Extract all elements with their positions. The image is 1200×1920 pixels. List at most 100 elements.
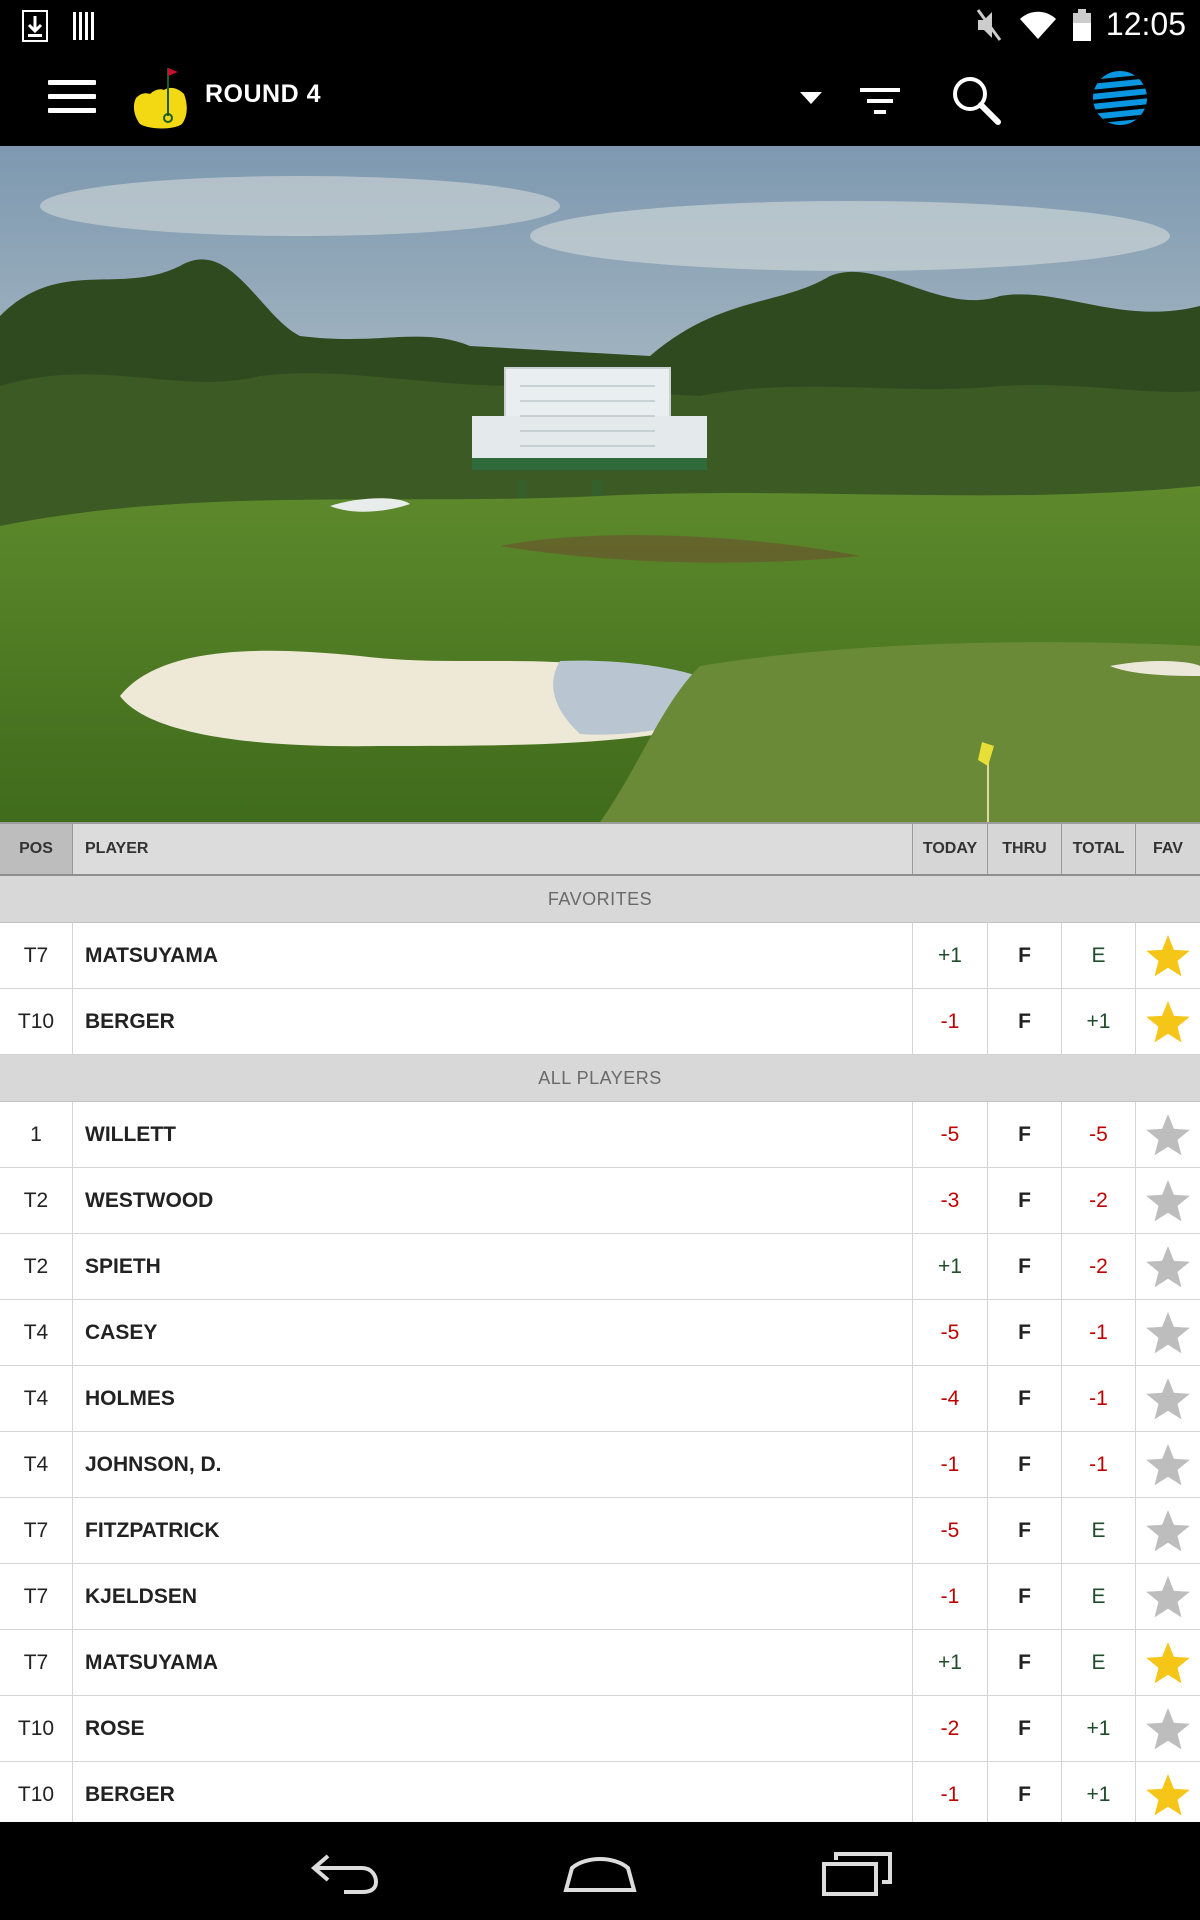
player-thru: F (988, 1432, 1062, 1497)
player-today-score: -1 (913, 1564, 988, 1629)
player-row[interactable]: 1 WILLETT -5 F -5 (0, 1102, 1200, 1168)
header-today[interactable]: TODAY (913, 824, 988, 874)
player-total-score: E (1062, 1564, 1136, 1629)
favorite-star-outline-icon[interactable] (1144, 1375, 1192, 1423)
player-position: T4 (0, 1300, 73, 1365)
player-today-score: -2 (913, 1696, 988, 1761)
player-row[interactable]: T4 JOHNSON, D. -1 F -1 (0, 1432, 1200, 1498)
favorite-toggle[interactable] (1136, 1102, 1200, 1167)
header-thru[interactable]: THRU (988, 824, 1062, 874)
player-row[interactable]: T7 MATSUYAMA +1 F E (0, 923, 1200, 989)
favorite-star-outline-icon[interactable] (1144, 1573, 1192, 1621)
player-thru: F (988, 1366, 1062, 1431)
favorite-toggle[interactable] (1136, 1432, 1200, 1497)
player-name: BERGER (73, 989, 913, 1054)
all-players-section-label: ALL PLAYERS (0, 1055, 1200, 1102)
favorite-toggle[interactable] (1136, 1366, 1200, 1431)
favorite-star-outline-icon[interactable] (1144, 1705, 1192, 1753)
recent-apps-icon[interactable] (818, 1842, 898, 1902)
att-globe-icon[interactable] (1090, 68, 1150, 128)
player-today-score: +1 (913, 923, 988, 988)
favorite-toggle[interactable] (1136, 1300, 1200, 1365)
player-position: T7 (0, 1564, 73, 1629)
favorite-toggle[interactable] (1136, 1498, 1200, 1563)
player-row[interactable]: T10 ROSE -2 F +1 (0, 1696, 1200, 1762)
favorite-star-outline-icon[interactable] (1144, 1243, 1192, 1291)
player-thru: F (988, 1102, 1062, 1167)
player-name: SPIETH (73, 1234, 913, 1299)
player-row[interactable]: T4 CASEY -5 F -1 (0, 1300, 1200, 1366)
player-position: 1 (0, 1102, 73, 1167)
golf-course-hero-image (0, 146, 1200, 822)
player-total-score: E (1062, 923, 1136, 988)
player-row[interactable]: T10 BERGER -1 F +1 (0, 1762, 1200, 1822)
player-name: BERGER (73, 1762, 913, 1822)
download-notification-icon (22, 10, 48, 42)
player-today-score: -5 (913, 1300, 988, 1365)
favorite-star-outline-icon[interactable] (1144, 1507, 1192, 1555)
player-total-score: E (1062, 1498, 1136, 1563)
menu-icon[interactable] (48, 80, 96, 116)
player-thru: F (988, 1696, 1062, 1761)
favorite-toggle[interactable] (1136, 1630, 1200, 1695)
round-dropdown-icon[interactable] (800, 92, 822, 104)
battery-icon (1072, 8, 1091, 41)
favorite-star-outline-icon[interactable] (1144, 1309, 1192, 1357)
home-icon[interactable] (560, 1842, 640, 1902)
favorite-toggle[interactable] (1136, 989, 1200, 1054)
leaderboard-header: POS PLAYER TODAY THRU TOTAL FAV (0, 822, 1200, 876)
player-thru: F (988, 1564, 1062, 1629)
player-total-score: E (1062, 1630, 1136, 1695)
player-row[interactable]: T10 BERGER -1 F +1 (0, 989, 1200, 1055)
favorite-toggle[interactable] (1136, 1564, 1200, 1629)
player-today-score: +1 (913, 1234, 988, 1299)
player-name: FITZPATRICK (73, 1498, 913, 1563)
header-player[interactable]: PLAYER (73, 824, 913, 874)
masters-logo (133, 68, 187, 129)
player-today-score: -1 (913, 1762, 988, 1822)
header-total[interactable]: TOTAL (1062, 824, 1136, 874)
header-fav[interactable]: FAV (1136, 824, 1200, 874)
favorite-star-outline-icon[interactable] (1144, 1441, 1192, 1489)
player-row[interactable]: T7 KJELDSEN -1 F E (0, 1564, 1200, 1630)
player-row[interactable]: T2 SPIETH +1 F -2 (0, 1234, 1200, 1300)
favorite-star-outline-icon[interactable] (1144, 1111, 1192, 1159)
wifi-icon (1019, 11, 1056, 39)
favorite-star-filled-icon[interactable] (1144, 932, 1192, 980)
player-position: T7 (0, 923, 73, 988)
player-name: MATSUYAMA (73, 923, 913, 988)
player-total-score: -1 (1062, 1300, 1136, 1365)
favorite-toggle[interactable] (1136, 1696, 1200, 1761)
player-thru: F (988, 1498, 1062, 1563)
player-position: T10 (0, 989, 73, 1054)
all-players-list: 1 WILLETT -5 F -5 T2 WESTWOOD -3 F -2 T2 SPIETH +1 F -… (0, 1102, 1200, 1822)
favorite-star-filled-icon[interactable] (1144, 1771, 1192, 1819)
player-row[interactable]: T2 WESTWOOD -3 F -2 (0, 1168, 1200, 1234)
search-icon[interactable] (950, 74, 1002, 126)
back-icon[interactable] (304, 1842, 384, 1902)
player-thru: F (988, 1168, 1062, 1233)
leaderboard-table: POS PLAYER TODAY THRU TOTAL FAV FAVORITE… (0, 822, 1200, 1822)
player-row[interactable]: T4 HOLMES -4 F -1 (0, 1366, 1200, 1432)
favorite-toggle[interactable] (1136, 1168, 1200, 1233)
favorite-star-outline-icon[interactable] (1144, 1177, 1192, 1225)
filter-icon[interactable] (858, 84, 902, 118)
favorite-toggle[interactable] (1136, 1762, 1200, 1822)
player-row[interactable]: T7 MATSUYAMA +1 F E (0, 1630, 1200, 1696)
round-title[interactable]: ROUND 4 (205, 80, 321, 109)
player-row[interactable]: T7 FITZPATRICK -5 F E (0, 1498, 1200, 1564)
header-pos[interactable]: POS (0, 824, 73, 874)
player-today-score: -1 (913, 989, 988, 1054)
mute-icon (976, 8, 1002, 41)
player-position: T7 (0, 1630, 73, 1695)
favorite-star-filled-icon[interactable] (1144, 1639, 1192, 1687)
player-position: T4 (0, 1432, 73, 1497)
player-today-score: -5 (913, 1498, 988, 1563)
status-bar: 12:05 (0, 0, 1200, 50)
player-today-score: +1 (913, 1630, 988, 1695)
favorite-toggle[interactable] (1136, 923, 1200, 988)
favorite-toggle[interactable] (1136, 1234, 1200, 1299)
player-position: T10 (0, 1696, 73, 1761)
favorites-list: T7 MATSUYAMA +1 F E T10 BERGER -1 F +1 (0, 923, 1200, 1055)
favorite-star-filled-icon[interactable] (1144, 998, 1192, 1046)
